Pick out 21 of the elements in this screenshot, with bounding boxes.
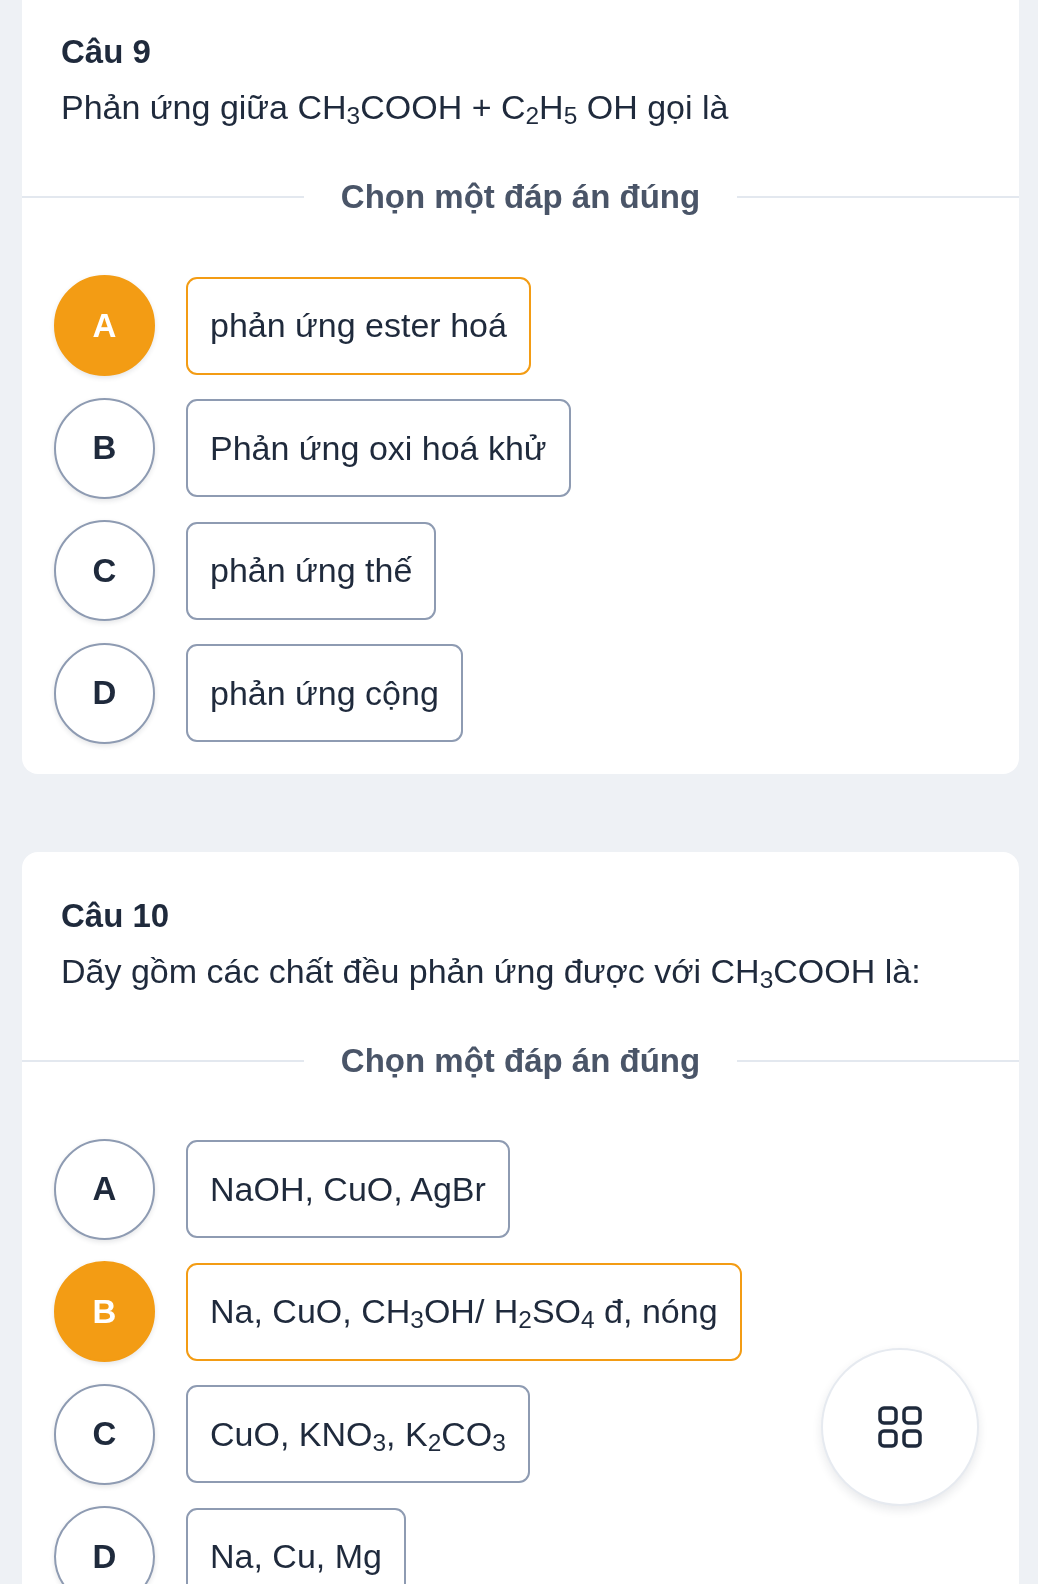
question-number: Câu 10 [61,897,171,934]
option-letter[interactable]: D [54,642,155,744]
question-text: Dãy gồm các chất đều phản ứng được với CH$_{3}$COOH là: [61,950,922,991]
instruction-label: Chọn một đáp án đúng [340,1042,701,1079]
option-letter[interactable]: D [54,1506,155,1584]
option-button[interactable]: NaOH, CuO, AgBr [186,1140,510,1238]
option-button[interactable]: CuO, KNO$_{3}$, K$_{2}$CO$_{3}$ [186,1385,530,1483]
question-text: Phản ứng giữa CH$_{3}$COOH + C$_{2}$H$_{5}$ OH gọi là [61,87,730,127]
option-button[interactable]: phản ứng ester hoá [186,276,531,375]
option-button[interactable]: Na, Cu, Mg [186,1507,406,1584]
question-number: Câu 9 [61,34,152,70]
option-button[interactable]: phản ứng cộng [186,644,463,742]
option-button[interactable]: Na, CuO, CH$_{3}$OH/ H$_{2}$SO$_{4}$ đ, nóng [186,1262,742,1361]
grid-icon [878,1406,922,1448]
option-letter[interactable]: C [54,520,155,621]
instruction-label: Chọn một đáp án đúng [340,179,701,215]
option-button[interactable]: Phản ứng oxi hoá khử [186,399,571,497]
option-letter[interactable]: C [54,1383,155,1485]
option-letter[interactable]: B [54,397,155,499]
option-letter[interactable]: A [54,1138,155,1240]
option-button[interactable]: phản ứng thế [186,521,437,620]
